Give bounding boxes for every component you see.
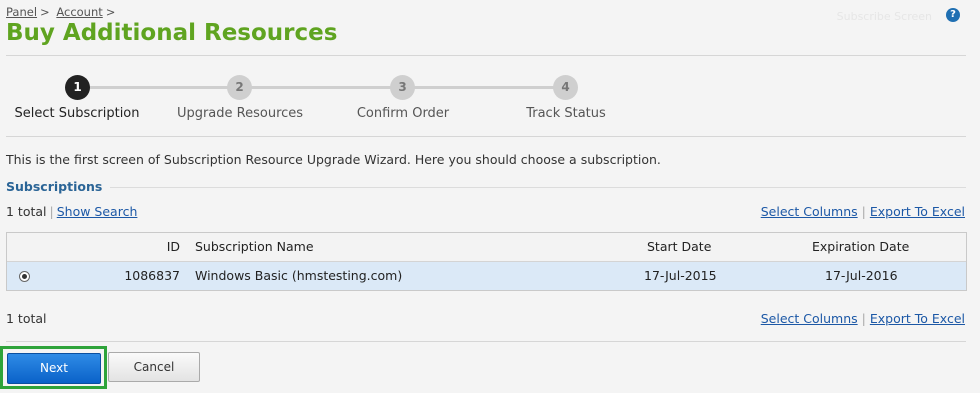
page-title: Buy Additional Resources <box>6 20 338 46</box>
column-header-id[interactable]: ID <box>167 233 180 261</box>
wizard-step-2-label: Upgrade Resources <box>176 106 304 121</box>
wizard-step-1-circle: 1 <box>65 75 90 100</box>
select-columns-link[interactable]: Select Columns <box>761 204 858 219</box>
section-divider <box>6 187 966 188</box>
breadcrumb-separator: > <box>105 5 116 19</box>
breadcrumb-panel-link[interactable]: Panel <box>6 5 37 19</box>
wizard-step-1-label: Select Subscription <box>14 106 140 121</box>
list-top-actions: Select Columns | Export To Excel <box>761 204 965 219</box>
table-header: ID Subscription Name Start Date Expirati… <box>7 233 966 262</box>
divider: | <box>861 311 866 326</box>
table-row[interactable]: 1086837 Windows Basic (hmstesting.com) 1… <box>7 262 966 290</box>
section-title-subscriptions: Subscriptions <box>6 179 111 194</box>
top-right-faded-link[interactable]: Subscribe Screen <box>837 10 932 23</box>
help-icon[interactable]: ? <box>946 8 960 22</box>
breadcrumb: Panel > Account > <box>6 5 118 19</box>
wizard-steps: 1 Select Subscription 2 Upgrade Resource… <box>0 70 700 130</box>
title-divider <box>6 55 966 56</box>
wizard-step-4-label: Track Status <box>526 106 606 121</box>
buttons-divider <box>6 341 966 342</box>
breadcrumb-account-link[interactable]: Account <box>56 5 102 19</box>
wizard-progress-line <box>77 86 566 89</box>
export-to-excel-link[interactable]: Export To Excel <box>870 311 965 326</box>
row-select-radio[interactable] <box>19 271 30 282</box>
column-header-start-date[interactable]: Start Date <box>647 233 711 261</box>
list-bottom-total: 1 total <box>6 311 47 326</box>
cell-subscription-name: Windows Basic (hmstesting.com) <box>195 268 403 283</box>
total-count: 1 total <box>6 204 47 219</box>
next-button-highlight: Next <box>0 346 107 389</box>
cell-start-date: 17-Jul-2015 <box>644 268 717 283</box>
intro-text: This is the first screen of Subscription… <box>6 152 661 167</box>
breadcrumb-separator: > <box>40 5 50 19</box>
page: Panel > Account > Subscribe Screen ? Buy A… <box>0 0 980 393</box>
divider: | <box>861 204 866 219</box>
next-button[interactable]: Next <box>7 353 101 384</box>
select-columns-link[interactable]: Select Columns <box>761 311 858 326</box>
wizard-step-3-label: Confirm Order <box>356 106 450 121</box>
column-header-subscription-name[interactable]: Subscription Name <box>195 233 314 261</box>
list-top-summary: 1 total | Show Search <box>6 204 137 219</box>
export-to-excel-link[interactable]: Export To Excel <box>870 204 965 219</box>
cell-expiration-date: 17-Jul-2016 <box>825 268 898 283</box>
subscriptions-table: ID Subscription Name Start Date Expirati… <box>6 232 967 291</box>
list-bottom-actions: Select Columns | Export To Excel <box>761 311 965 326</box>
divider: | <box>49 204 54 219</box>
wizard-step-3-circle: 3 <box>390 75 415 100</box>
wizard-divider <box>6 136 966 137</box>
column-header-expiration-date[interactable]: Expiration Date <box>812 233 909 261</box>
cancel-button[interactable]: Cancel <box>108 352 200 382</box>
wizard-step-4-circle: 4 <box>553 75 578 100</box>
show-search-link[interactable]: Show Search <box>57 204 138 219</box>
cell-id: 1086837 <box>124 268 180 283</box>
wizard-step-2-circle: 2 <box>227 75 252 100</box>
